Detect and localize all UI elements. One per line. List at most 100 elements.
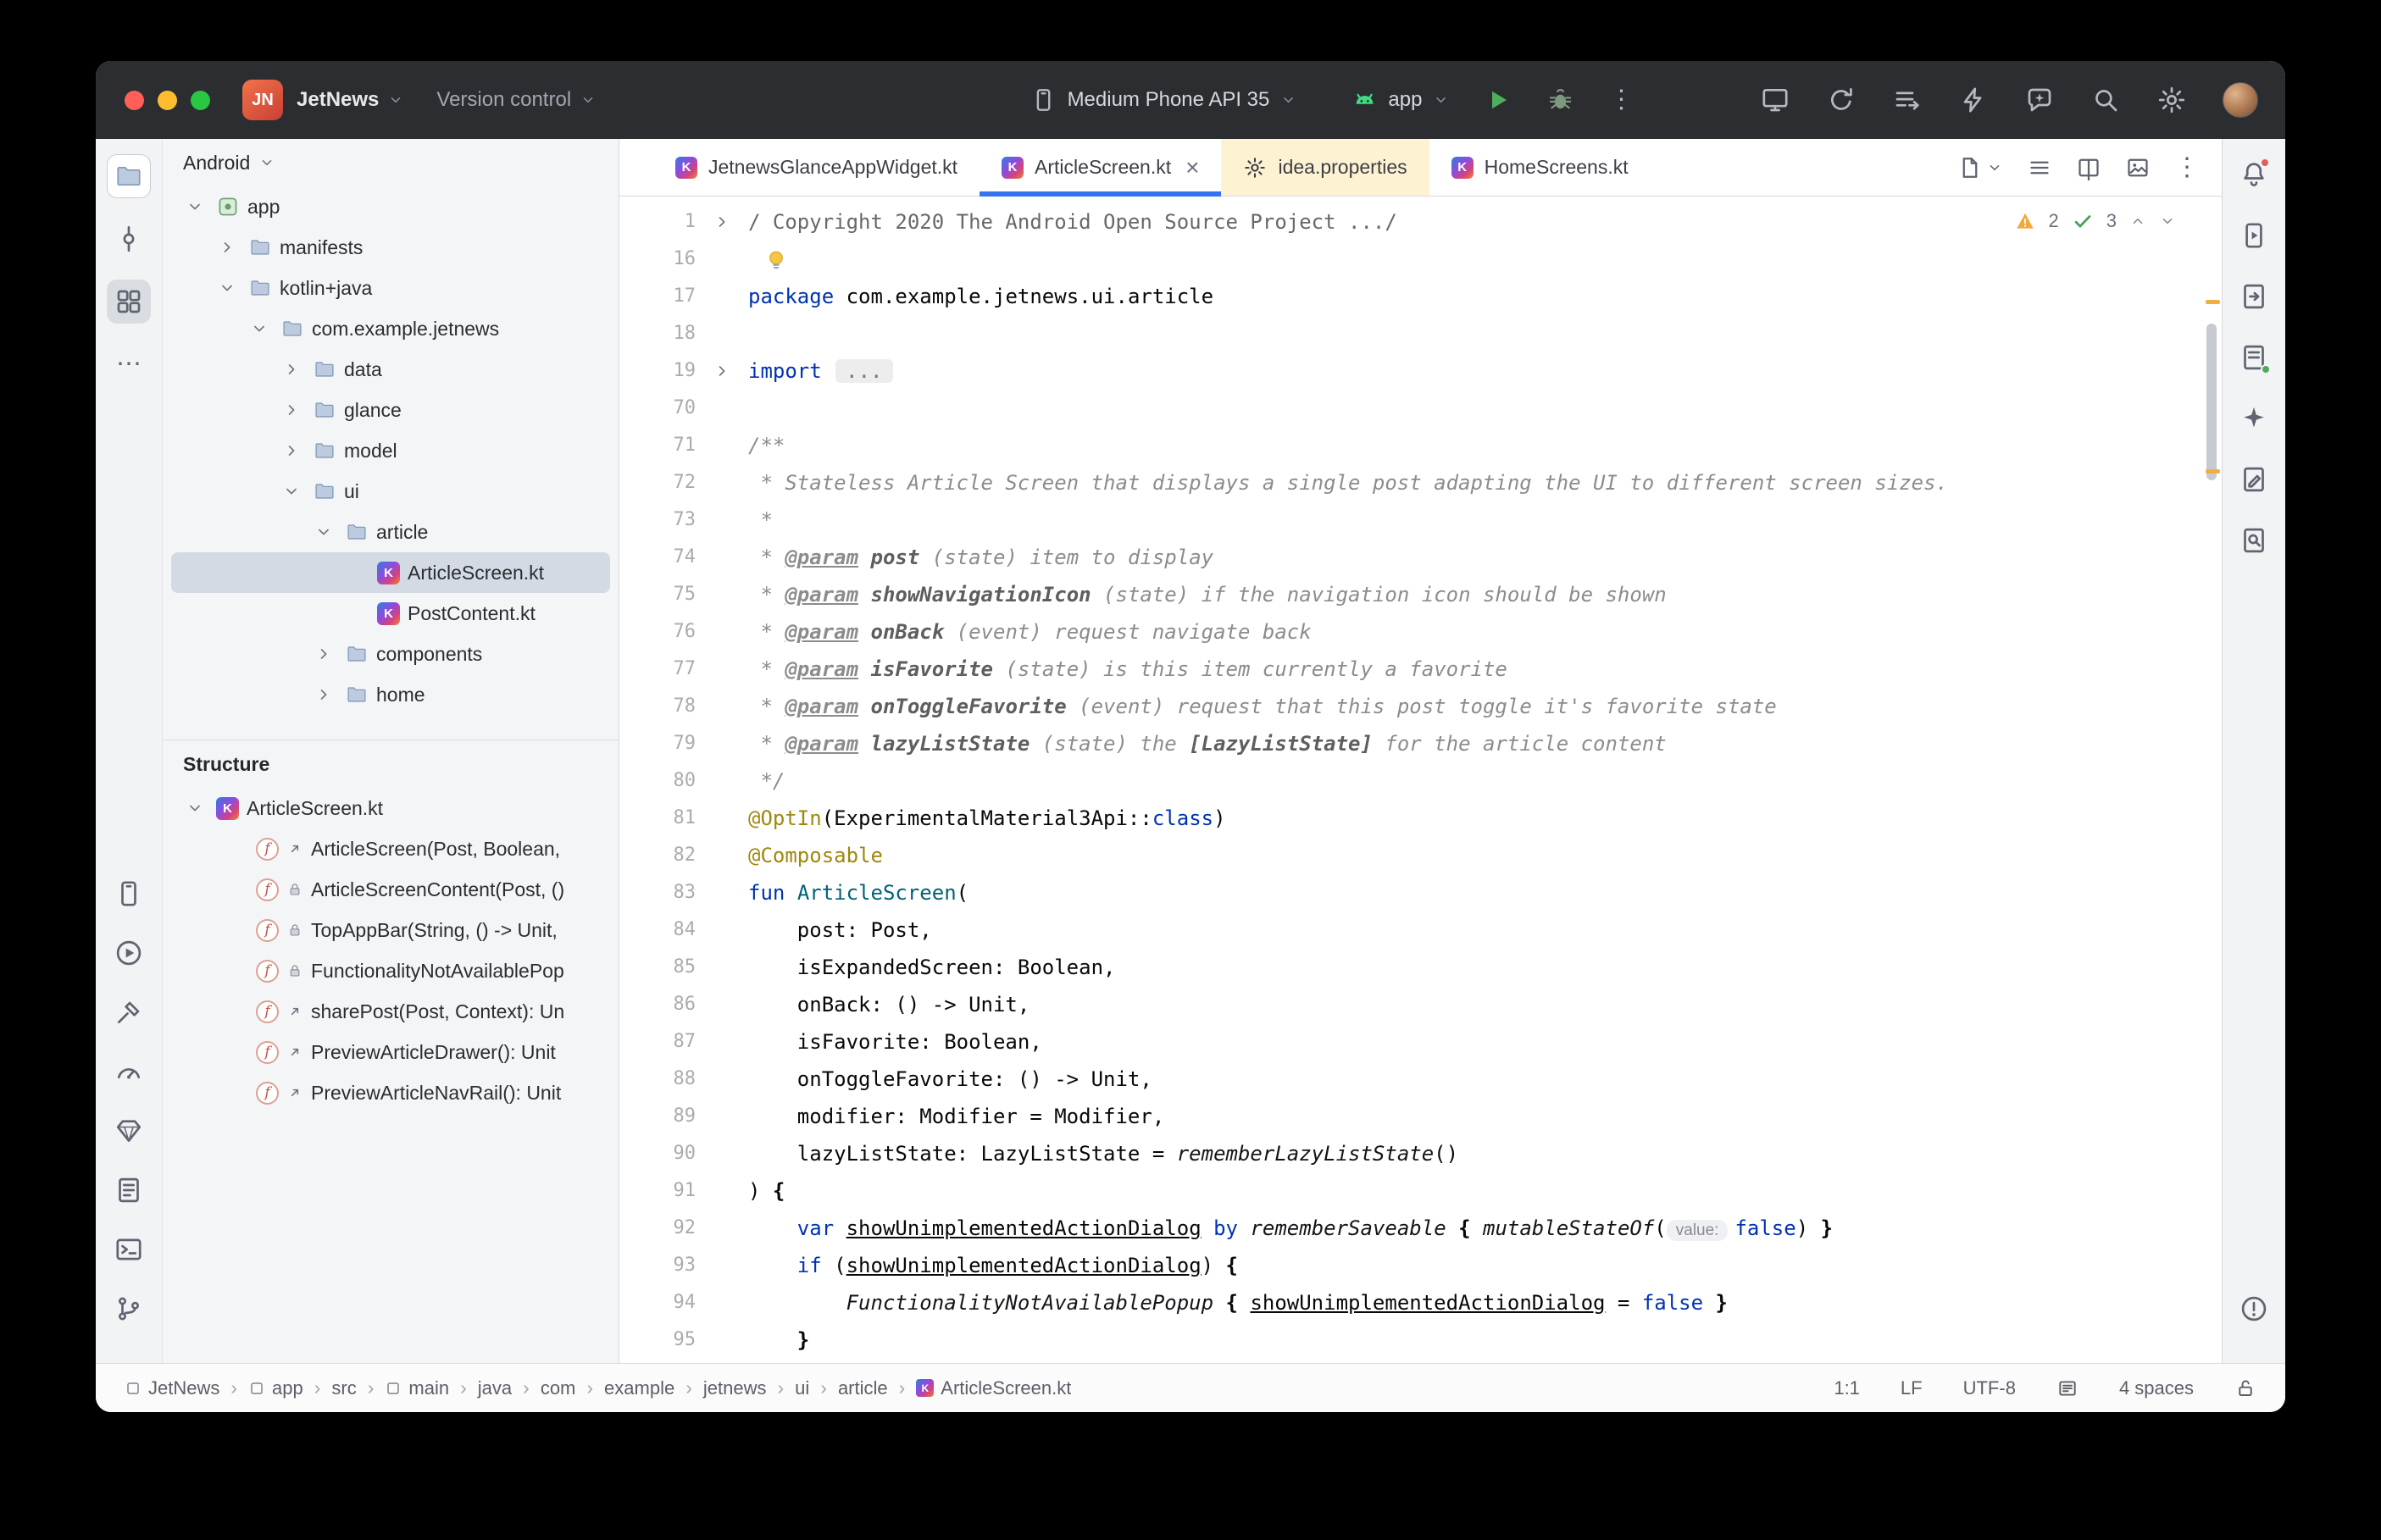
tree-item-home[interactable]: home: [171, 674, 610, 715]
indent-style[interactable]: [2056, 1377, 2079, 1399]
tree-item-model[interactable]: model: [171, 430, 610, 471]
breadcrumb-example[interactable]: example: [604, 1377, 674, 1399]
cursor-position[interactable]: 1:1: [1834, 1377, 1860, 1399]
structure-root-articlescreen-kt[interactable]: KArticleScreen.kt: [171, 788, 610, 828]
expand-chevron-icon[interactable]: [314, 523, 333, 541]
tab-idea-properties[interactable]: idea.properties: [1221, 139, 1429, 196]
tool-window-button-commit[interactable]: [107, 217, 151, 261]
intention-bulb-icon[interactable]: [763, 247, 789, 273]
structure-item-articlescreen-post-boolean[interactable]: f ArticleScreen(Post, Boolean,: [171, 828, 610, 869]
inspection-widget[interactable]: 2 3: [2007, 207, 2184, 235]
tree-item-articlescreen-kt[interactable]: K ArticleScreen.kt: [171, 552, 610, 593]
more-run-options-icon[interactable]: [1892, 85, 1923, 115]
tool-window-button-problems[interactable]: [2232, 1287, 2276, 1331]
tool-window-button-device-manager[interactable]: [107, 872, 151, 916]
editor-scrollbar[interactable]: [2206, 324, 2217, 480]
collapse-chevron-icon[interactable]: [218, 238, 236, 257]
run-button[interactable]: [1483, 86, 1512, 114]
tool-window-button-run[interactable]: [107, 931, 151, 975]
structure-item-topappbar-string-unit[interactable]: f TopAppBar(String, () -> Unit,: [171, 910, 610, 950]
user-avatar[interactable]: [2223, 82, 2258, 118]
breadcrumb-ui[interactable]: ui: [795, 1377, 809, 1399]
file-encoding[interactable]: UTF-8: [1963, 1377, 2016, 1399]
tool-window-button-structure[interactable]: [107, 280, 151, 324]
tool-window-button-logcat[interactable]: [107, 1168, 151, 1212]
close-button[interactable]: [125, 91, 144, 110]
tool-window-button-version-control-window[interactable]: [107, 1287, 151, 1331]
tree-item-ui[interactable]: ui: [171, 471, 610, 512]
indent-size[interactable]: 4 spaces: [2119, 1377, 2194, 1399]
tool-window-button-running-devices[interactable]: [2232, 213, 2276, 258]
tree-item-components[interactable]: components: [171, 634, 610, 674]
structure-item-articlescreencontent-post[interactable]: f ArticleScreenContent(Post, (): [171, 869, 610, 910]
split-editor-button[interactable]: [2076, 155, 2101, 180]
tree-item-com-example-jetnews[interactable]: com.example.jetnews: [171, 308, 610, 349]
breadcrumb-articlescreen-kt[interactable]: KArticleScreen.kt: [916, 1377, 1071, 1399]
collapse-chevron-icon[interactable]: [282, 401, 301, 419]
close-tab-icon[interactable]: ×: [1185, 156, 1199, 180]
tree-item-postcontent-kt[interactable]: K PostContent.kt: [171, 593, 610, 634]
tab-articlescreen-kt[interactable]: K ArticleScreen.kt ×: [980, 139, 1221, 196]
tree-item-glance[interactable]: glance: [171, 390, 610, 430]
project-view-header[interactable]: Android: [163, 139, 619, 186]
device-mirror-icon[interactable]: [1760, 85, 1790, 115]
expand-chevron-icon[interactable]: [186, 799, 204, 817]
folded-region[interactable]: ...: [835, 359, 892, 383]
breadcrumb-com[interactable]: com: [541, 1377, 576, 1399]
tree-item-app[interactable]: app: [171, 186, 610, 227]
collapse-chevron-icon[interactable]: [282, 441, 301, 460]
structure-item-functionalitynotavailablepop[interactable]: f FunctionalityNotAvailablePop: [171, 950, 610, 991]
tool-window-button-find-window[interactable]: [2232, 518, 2276, 562]
breadcrumb-java[interactable]: java: [478, 1377, 512, 1399]
breadcrumb-article[interactable]: article: [838, 1377, 888, 1399]
tree-item-data[interactable]: data: [171, 349, 610, 390]
more-run-actions-icon[interactable]: ⋮: [1608, 87, 1634, 113]
hidden-tabs-button[interactable]: [1957, 155, 2003, 180]
breadcrumb-app[interactable]: app: [248, 1377, 303, 1399]
tree-item-article[interactable]: article: [171, 512, 610, 552]
debug-button[interactable]: [1546, 86, 1574, 114]
collapse-chevron-icon[interactable]: [314, 685, 333, 704]
fold-chevron-icon[interactable]: [713, 213, 731, 231]
settings-icon[interactable]: [2156, 85, 2187, 115]
code-editor[interactable]: 1/ Copyright 2020 The Android Open Sourc…: [619, 197, 2222, 1363]
device-selector[interactable]: Medium Phone API 35: [1030, 86, 1297, 114]
sync-project-icon[interactable]: [1826, 85, 1857, 115]
structure-item-sharepost-post-context-un[interactable]: f sharePost(Post, Context): Un: [171, 991, 610, 1032]
warning-stripe-mark[interactable]: [2206, 300, 2220, 304]
project-switcher[interactable]: JetNews: [283, 88, 404, 112]
plugins-icon[interactable]: [1958, 85, 1989, 115]
breadcrumb-jetnews[interactable]: jetnews: [703, 1377, 767, 1399]
tool-window-button-project[interactable]: [107, 154, 151, 198]
tree-item-manifests[interactable]: manifests: [171, 227, 610, 268]
warning-stripe-mark[interactable]: [2206, 469, 2220, 474]
collapse-chevron-icon[interactable]: [282, 360, 301, 379]
tab-homescreens-kt[interactable]: K HomeScreens.kt: [1429, 139, 1651, 196]
expand-chevron-icon[interactable]: [186, 197, 204, 216]
tool-window-button-app-quality-insights[interactable]: [107, 1109, 151, 1153]
tool-window-button-build[interactable]: [107, 990, 151, 1034]
tool-window-button-notifications[interactable]: [2232, 152, 2276, 197]
tool-window-button-profiler[interactable]: [107, 1050, 151, 1094]
tool-window-button-terminal[interactable]: [107, 1227, 151, 1271]
chevron-down-icon[interactable]: [2159, 213, 2176, 230]
tool-window-button-code-suggestions[interactable]: [2232, 457, 2276, 501]
run-configuration-selector[interactable]: app: [1351, 86, 1449, 114]
editor-options-button[interactable]: [2027, 155, 2052, 180]
ai-assistant-icon[interactable]: [2024, 85, 2055, 115]
fold-chevron-icon[interactable]: [713, 362, 731, 380]
structure-item-previewarticlenavrail-unit[interactable]: f PreviewArticleNavRail(): Unit: [171, 1072, 610, 1113]
preview-layout-button[interactable]: [2125, 155, 2151, 180]
collapse-chevron-icon[interactable]: [314, 645, 333, 663]
tool-window-button-gemini[interactable]: [2232, 396, 2276, 440]
expand-chevron-icon[interactable]: [218, 279, 236, 297]
expand-chevron-icon[interactable]: [250, 319, 269, 338]
breadcrumb-src[interactable]: src: [331, 1377, 356, 1399]
line-separator[interactable]: LF: [1901, 1377, 1923, 1399]
version-control-menu[interactable]: Version control: [404, 88, 597, 112]
breadcrumb-jetnews[interactable]: JetNews: [125, 1377, 219, 1399]
readonly-toggle[interactable]: [2234, 1377, 2256, 1399]
tool-window-button-device-explorer[interactable]: [2232, 335, 2276, 379]
tool-window-button-more-tool-windows[interactable]: ⋯: [107, 342, 151, 386]
breadcrumb-main[interactable]: main: [385, 1377, 449, 1399]
